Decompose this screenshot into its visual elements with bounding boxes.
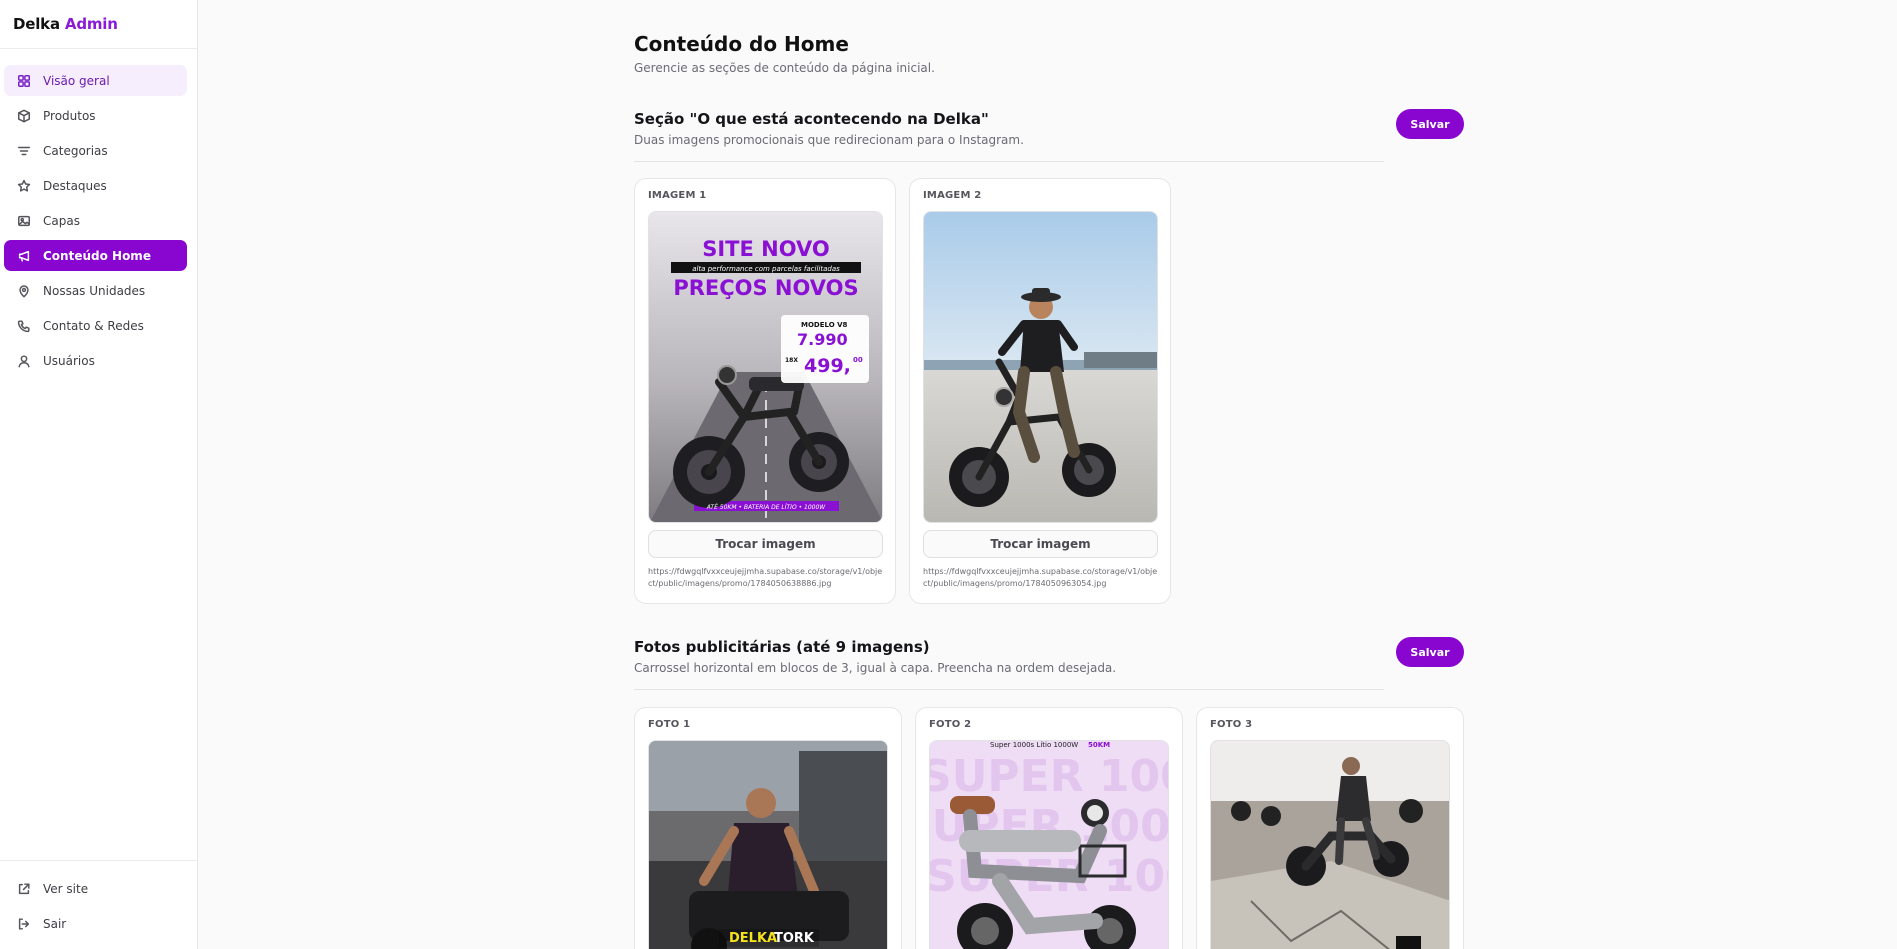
promo-headline-2: PREÇOS NOVOS: [673, 276, 858, 300]
photo-image-3[interactable]: [1210, 740, 1450, 949]
page-subtitle: Gerencie as seções de conteúdo da página…: [634, 61, 935, 75]
card-label: IMAGEM 1: [648, 190, 707, 201]
promo-price-1: 7.990: [797, 330, 848, 349]
photo-card-2: FOTO 2 SUPER 1000 SUPER 1000 SUPER 1000 …: [915, 707, 1183, 949]
sidebar-item-nossas-unidades[interactable]: Nossas Unidades: [4, 275, 187, 306]
image-url-1: https://fdwgqlfvxxceujejjmha.supabase.co…: [648, 567, 883, 588]
box-icon: [16, 108, 31, 123]
brand-suffix: Admin: [64, 15, 118, 33]
section-title-promo: Seção "O que está acontecendo na Delka": [634, 110, 989, 128]
promo-card-2: IMAGEM 2 Trocar imagem https://fdwgqlfvx…: [909, 178, 1171, 604]
card-label: FOTO 2: [929, 719, 972, 730]
image-icon: [16, 213, 31, 228]
photo-banner-range: 50KM: [1088, 741, 1110, 749]
sidebar-item-label: Conteúdo Home: [43, 248, 151, 263]
promo-model: MODELO V8: [801, 321, 848, 329]
sidebar-item-label: Sair: [43, 916, 67, 931]
save-button-promo[interactable]: Salvar: [1396, 109, 1464, 139]
map-pin-icon: [16, 283, 31, 298]
sidebar-item-label: Contato & Redes: [43, 318, 144, 333]
section-title-photos: Fotos publicitárias (até 9 imagens): [634, 638, 930, 656]
photo-banner-text: Super 1000s Lítio 1000W: [990, 741, 1078, 749]
sidebar-item-label: Ver site: [43, 881, 89, 896]
sidebar-item-label: Usuários: [43, 353, 95, 368]
phone-icon: [16, 318, 31, 333]
promo-price-2: 499,: [804, 355, 851, 377]
promo-tagline: alta performance com parcelas facilitada…: [692, 265, 840, 273]
sidebar-item-label: Visão geral: [43, 73, 110, 88]
sidebar-footer: Ver site Sair: [0, 860, 197, 949]
external-link-icon: [16, 881, 31, 896]
promo-price-2-cents: 00: [853, 356, 863, 364]
sidebar-item-categorias[interactable]: Categorias: [4, 135, 187, 166]
promo-headline-1: SITE NOVO: [702, 237, 830, 261]
photo-bg-word: SUPER 1000: [930, 751, 1169, 802]
sidebar-item-visao-geral[interactable]: Visão geral: [4, 65, 187, 96]
card-label: IMAGEM 2: [923, 190, 982, 201]
sidebar-item-capas[interactable]: Capas: [4, 205, 187, 236]
promo-image-2[interactable]: [923, 211, 1158, 523]
card-label: FOTO 3: [1210, 719, 1253, 730]
promo-image-1[interactable]: SITE NOVO alta performance com parcelas …: [648, 211, 883, 523]
star-icon: [16, 178, 31, 193]
promo-times: 18X: [785, 357, 798, 364]
grid-icon: [16, 73, 31, 88]
sidebar-item-label: Categorias: [43, 143, 108, 158]
user-icon: [16, 353, 31, 368]
megaphone-icon: [16, 248, 31, 263]
sidebar-item-conteudo-home[interactable]: Conteúdo Home: [4, 240, 187, 271]
sidebar-item-label: Destaques: [43, 178, 107, 193]
sidebar-nav: Visão geral Produtos Categorias Destaque…: [0, 49, 197, 376]
section-subtitle-promo: Duas imagens promocionais que redirecion…: [634, 133, 1024, 147]
save-button-photos[interactable]: Salvar: [1396, 637, 1464, 667]
card-label: FOTO 1: [648, 719, 691, 730]
brand-name: Delka: [13, 15, 60, 33]
photo-overlay-model: TORK: [774, 931, 815, 946]
sidebar-item-ver-site[interactable]: Ver site: [4, 873, 187, 904]
sidebar-item-produtos[interactable]: Produtos: [4, 100, 187, 131]
page-title: Conteúdo do Home: [634, 32, 849, 56]
image-url-2: https://fdwgqlfvxxceujejjmha.supabase.co…: [923, 567, 1158, 588]
photo-image-1[interactable]: DELKA TORK: [648, 740, 888, 949]
sidebar-item-usuarios[interactable]: Usuários: [4, 345, 187, 376]
sidebar: Delka Admin Visão geral Produtos Categor…: [0, 0, 198, 949]
promo-footer: ATÉ 50KM • BATERIA DE LÍTIO • 1000W: [706, 503, 827, 511]
photo-image-2[interactable]: SUPER 1000 SUPER 1000 SUPER 1000 Super 1…: [929, 740, 1169, 949]
sidebar-item-contato-redes[interactable]: Contato & Redes: [4, 310, 187, 341]
sidebar-item-label: Capas: [43, 213, 80, 228]
photo-card-1: FOTO 1 DELKA TORK: [634, 707, 902, 949]
section-subtitle-photos: Carrossel horizontal em blocos de 3, igu…: [634, 661, 1117, 675]
swap-image-button-1[interactable]: Trocar imagem: [648, 530, 883, 558]
brand-logo[interactable]: Delka Admin: [0, 0, 197, 49]
photo-card-3: FOTO 3: [1196, 707, 1464, 949]
promo-card-1: IMAGEM 1 SITE NOVO alta performance com …: [634, 178, 896, 604]
filter-icon: [16, 143, 31, 158]
photo-overlay-brand: DELKA: [729, 931, 777, 946]
sidebar-item-label: Produtos: [43, 108, 96, 123]
sidebar-item-label: Nossas Unidades: [43, 283, 146, 298]
logout-icon: [16, 916, 31, 931]
sidebar-item-destaques[interactable]: Destaques: [4, 170, 187, 201]
section-divider: [634, 161, 1384, 162]
swap-image-button-2[interactable]: Trocar imagem: [923, 530, 1158, 558]
sidebar-item-sair[interactable]: Sair: [4, 908, 187, 939]
section-divider: [634, 689, 1384, 690]
